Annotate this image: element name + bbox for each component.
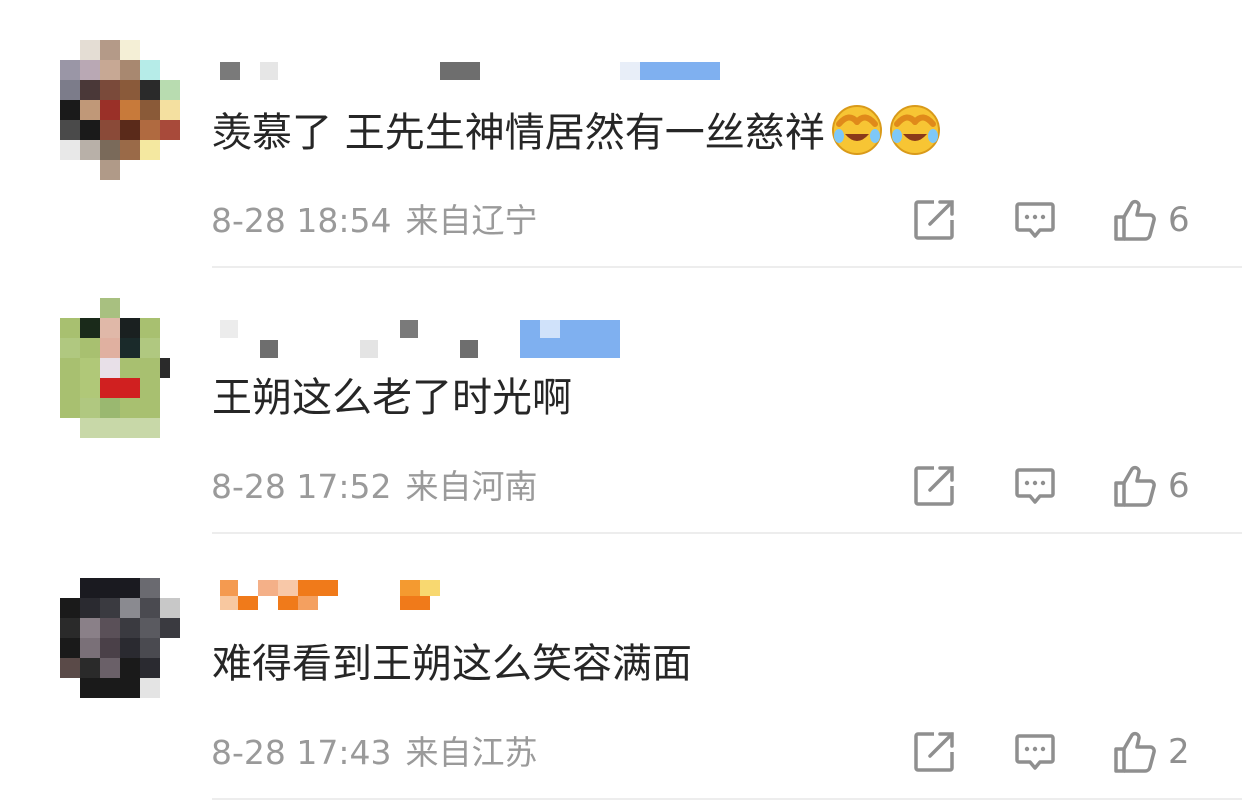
share-icon [914,200,954,240]
comment-text: 羡慕了 王先生神情居然有一丝慈祥 [212,104,941,161]
comment-item: 羡慕了 王先生神情居然有一丝慈祥 8-28 18:54 来自辽宁 6 [0,2,1242,268]
divider [212,798,1242,800]
username-blurred[interactable] [218,60,738,86]
comment-meta: 8-28 17:52 来自河南 [211,464,538,510]
comment-time: 8-28 17:43 [211,733,392,772]
like-count: 6 [1168,200,1190,240]
thumbs-up-icon [1114,465,1156,507]
like-count: 2 [1168,732,1190,772]
like-button[interactable]: 6 [1112,462,1190,510]
share-button[interactable] [912,462,956,510]
like-count: 6 [1168,466,1190,506]
comment-time: 8-28 17:52 [211,467,392,506]
reply-button[interactable] [1013,196,1057,244]
share-icon [914,466,954,506]
username-blurred[interactable] [218,320,738,360]
comment-item: 难得看到王朔这么笑容满面 8-28 17:43 来自江苏 2 [0,534,1242,800]
comment-icon [1015,468,1055,504]
comment-text: 王朔这么老了时光啊 [212,375,572,421]
comment-meta: 8-28 17:43 来自江苏 [211,730,538,776]
laughing-crying-emoji-icon [831,104,883,156]
share-button[interactable] [912,196,956,244]
like-button[interactable]: 2 [1112,728,1190,776]
thumbs-up-icon [1114,199,1156,241]
comment-location: 来自江苏 [405,733,538,772]
comment-meta: 8-28 18:54 来自辽宁 [211,198,538,244]
avatar[interactable] [60,40,180,180]
comment-icon [1015,734,1055,770]
share-button[interactable] [912,728,956,776]
avatar[interactable] [60,298,180,438]
laughing-crying-emoji-icon [889,104,941,156]
comment-item: 王朔这么老了时光啊 8-28 17:52 来自河南 6 [0,268,1242,534]
share-icon [914,732,954,772]
comment-text: 难得看到王朔这么笑容满面 [212,641,692,687]
reply-button[interactable] [1013,728,1057,776]
username-blurred[interactable] [218,580,738,614]
reply-button[interactable] [1013,462,1057,510]
comment-icon [1015,202,1055,238]
comment-time: 8-28 18:54 [211,201,392,240]
avatar[interactable] [60,578,180,718]
comment-location: 来自辽宁 [405,201,538,240]
like-button[interactable]: 6 [1112,196,1190,244]
thumbs-up-icon [1114,731,1156,773]
comment-location: 来自河南 [405,467,538,506]
